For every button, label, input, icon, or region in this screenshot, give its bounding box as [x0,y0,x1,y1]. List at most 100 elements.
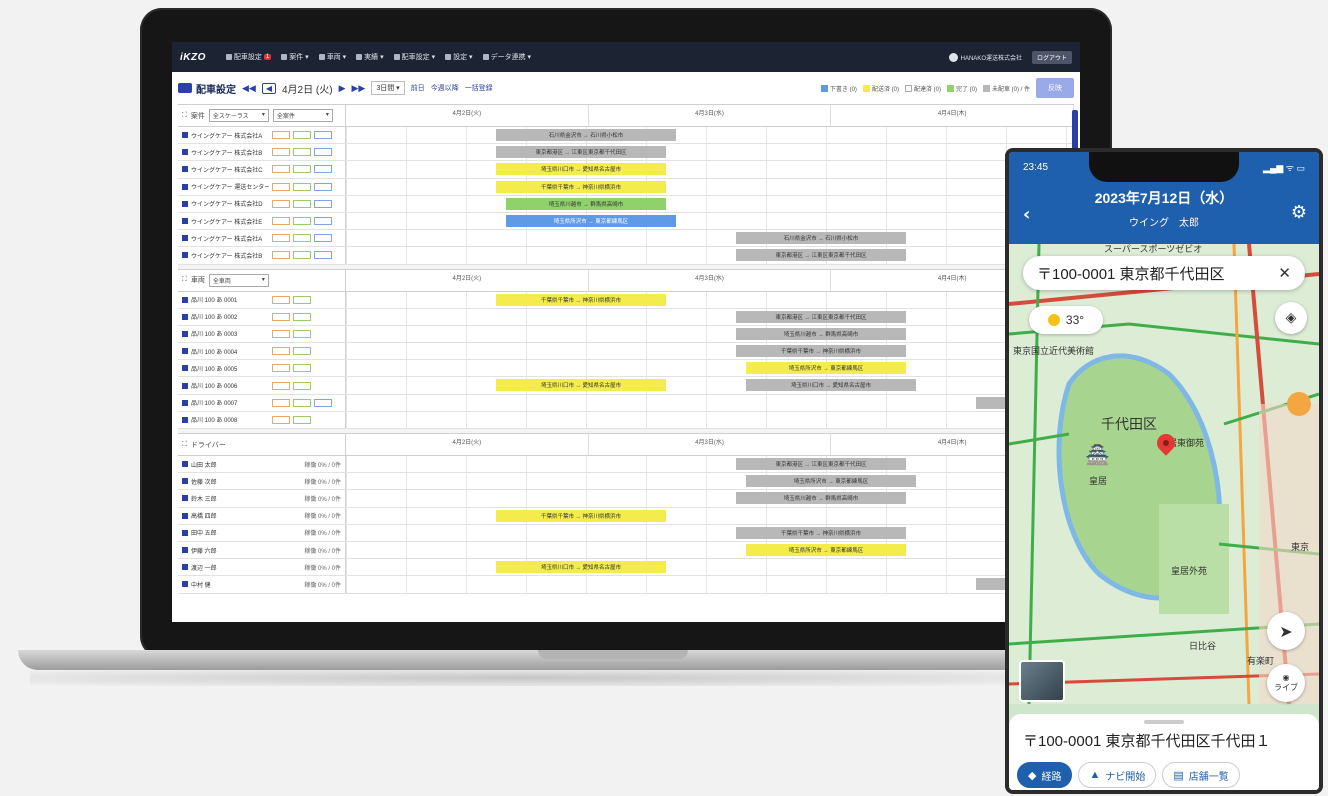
nav-item-results[interactable]: 実績 ▾ [356,52,384,62]
row-timeline[interactable]: 埼玉県所沢市 → 東京都練馬区 [346,541,1074,559]
row-timeline[interactable]: 埼玉県川口市 → 愛知県名古屋市 埼玉県川口市 → 愛知県名古屋市 [346,377,1074,394]
status-chip[interactable] [293,398,311,407]
nav-item-settings[interactable]: 設定 ▾ [445,52,473,62]
status-chip[interactable] [293,165,311,174]
row-timeline[interactable]: 埼玉県川越市 → 群馬県高崎市 [346,325,1074,343]
status-chip[interactable] [272,251,290,260]
dispatch-bar[interactable]: 千葉県千葉市 → 神奈川県横浜市 [496,509,666,522]
address-search-bar[interactable]: 〒100-0001 東京都千代田区 ✕ [1023,256,1305,290]
dispatch-bar[interactable]: 東京都港区 → 江東区東京都千代田区 [736,310,906,323]
nav-item-orders[interactable]: 案件 ▾ [281,52,309,62]
status-chip[interactable] [272,381,290,390]
live-view-button[interactable]: ◉ ライブ [1267,664,1305,702]
dispatch-bar[interactable]: 石川県金沢市 → 石川県小松市 [736,232,906,245]
dispatch-bar[interactable]: 埼玉県川口市 → 愛知県名古屋市 [496,163,666,176]
status-chip[interactable] [293,217,311,226]
row-timeline[interactable]: 千葉県千葉市 → 神奈川県横浜市 [346,178,1074,195]
range-select[interactable]: 3日間 ▾ [371,81,405,95]
row-label[interactable]: 山田 太郎 稼働 0% / 0件 [178,456,346,473]
row-timeline[interactable] [346,394,1074,411]
row-timeline[interactable]: 千葉県千葉市 → 神奈川県横浜市 [346,507,1074,524]
row-timeline[interactable]: 埼玉県川口市 → 愛知県名古屋市 [346,161,1074,178]
dispatch-bar[interactable]: 埼玉県川越市 → 群馬県高崎市 [736,327,906,340]
status-chip[interactable] [272,415,290,424]
status-chip[interactable] [293,364,311,373]
section-filter[interactable]: 全車両 ▾ [208,273,269,287]
link-bulk[interactable]: 一括登録 [465,83,493,93]
nav-item-data-link[interactable]: データ連携 ▾ [482,52,531,62]
row-label[interactable]: ウイングケアー 株式会社D [178,195,346,212]
row-timeline[interactable]: 東京都港区 → 江東区東京都千代田区 [346,308,1074,325]
row-timeline[interactable]: 石川県金沢市 → 石川県小松市 [346,127,1074,144]
row-timeline[interactable]: 埼玉県川越市 → 群馬県高崎市 [346,195,1074,212]
status-chip[interactable] [314,234,332,243]
status-chip[interactable] [293,131,311,140]
status-chip[interactable] [272,295,290,304]
expand-icon[interactable]: ⛶ [182,112,187,120]
row-label[interactable]: ウイングケアー 株式会社A [178,127,346,144]
row-label[interactable]: 佐藤 次郎 稼働 0% / 0件 [178,473,346,490]
row-timeline[interactable]: 千葉県千葉市 → 神奈川県横浜市 [346,291,1074,308]
status-chip[interactable] [314,199,332,208]
row-label[interactable]: 品川 100 あ 0006 [178,377,346,394]
gear-icon[interactable]: ⚙ [1291,202,1307,223]
row-label[interactable]: 高橋 四郎 稼働 0% / 0件 [178,507,346,524]
dispatch-bar[interactable] [976,396,1006,409]
row-timeline[interactable]: 埼玉県所沢市 → 東京都練馬区 [346,360,1074,377]
row-label[interactable]: ウイングケアー 株式会社B [178,247,346,264]
status-chip[interactable] [272,234,290,243]
row-label[interactable]: 品川 100 あ 0004 [178,343,346,360]
dispatch-bar[interactable]: 埼玉県川口市 → 愛知県名古屋市 [746,379,916,392]
row-label[interactable]: 品川 100 あ 0007 [178,394,346,411]
nav-item-vehicles[interactable]: 車両 ▾ [318,52,346,62]
status-chip[interactable] [272,148,290,157]
status-chip[interactable] [272,165,290,174]
row-timeline[interactable]: 千葉県千葉市 → 神奈川県横浜市 [346,343,1074,360]
row-timeline[interactable]: 埼玉県川口市 → 愛知県名古屋市 [346,559,1074,576]
dispatch-bar[interactable]: 石川県金沢市 → 石川県小松市 [496,129,676,141]
dispatch-bar[interactable]: 埼玉県川口市 → 愛知県名古屋市 [496,561,666,574]
status-chip[interactable] [293,148,311,157]
row-label[interactable]: 中村 健 稼働 0% / 0件 [178,576,346,593]
row-timeline[interactable]: 東京都港区 → 江東区東京都千代田区 [346,144,1074,161]
row-timeline[interactable]: 埼玉県川越市 → 群馬県高崎市 [346,490,1074,507]
dispatch-bar[interactable]: 埼玉県所沢市 → 東京都練馬区 [746,362,906,375]
row-label[interactable]: ウイングケアー 株式会社A [178,230,346,247]
status-chip[interactable] [293,329,311,338]
dispatch-bar[interactable]: 東京都港区 → 江東区東京都千代田区 [496,146,666,159]
row-label[interactable]: 品川 100 あ 0008 [178,411,346,428]
status-chip[interactable] [314,217,332,226]
row-label[interactable]: 渡辺 一郎 稼働 0% / 0件 [178,559,346,576]
prev-day-button[interactable]: ◀ [261,82,276,94]
status-chip[interactable] [293,182,311,191]
row-label[interactable]: 品川 100 あ 0005 [178,360,346,377]
status-chip[interactable] [293,415,311,424]
dispatch-bar[interactable]: 埼玉県川越市 → 群馬県高崎市 [736,492,906,505]
status-chip[interactable] [272,217,290,226]
dispatch-bar[interactable] [976,578,1006,591]
section-filter-2[interactable]: 全案件 ▾ [272,109,333,122]
row-label[interactable]: 鈴木 三郎 稼働 0% / 0件 [178,490,346,507]
row-label[interactable]: 伊藤 六郎 稼働 0% / 0件 [178,541,346,559]
status-chip[interactable] [272,131,290,140]
nav-item-dispatch[interactable]: 配車設定 1 [225,52,272,62]
next-week-button[interactable]: ▶▶ [351,83,365,94]
route-button[interactable]: ◆ 経路 [1017,762,1073,788]
row-timeline[interactable]: 石川県金沢市 → 石川県小松市 [346,230,1074,247]
dispatch-bar[interactable]: 埼玉県川越市 → 群馬県高崎市 [506,197,666,210]
dispatch-bar[interactable]: 埼玉県川口市 → 愛知県名古屋市 [496,379,666,392]
row-timeline[interactable]: 東京都港区 → 江東区東京都千代田区 [346,247,1074,264]
status-chip[interactable] [272,182,290,191]
status-chip[interactable] [293,381,311,390]
user-menu[interactable]: HANAKO運送株式会社 [948,52,1022,62]
row-label[interactable]: ウイングケアー 株式会社E [178,212,346,230]
row-label[interactable]: ウイングケアー 株式会社B [178,144,346,161]
status-chip[interactable] [272,329,290,338]
row-timeline[interactable]: 埼玉県所沢市 → 東京都練馬区 [346,473,1074,490]
logout-button[interactable]: ログアウト [1031,50,1072,64]
dispatch-bar[interactable]: 千葉県千葉市 → 神奈川県横浜市 [496,180,666,193]
row-label[interactable]: 品川 100 あ 0003 [178,325,346,343]
start-navigation-button[interactable]: ▲ ナビ開始 [1078,762,1157,788]
row-label[interactable]: ウイングケアー 株式会社C [178,161,346,178]
status-chip[interactable] [272,347,290,356]
